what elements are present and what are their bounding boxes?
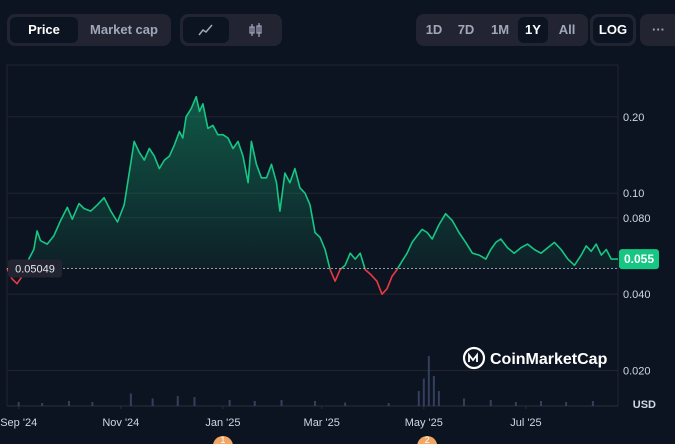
volume-bar — [228, 400, 231, 406]
y-tick-label: 0.040 — [623, 289, 651, 301]
event-marker-label: 2 — [425, 435, 430, 444]
watermark: CoinMarketCap — [462, 346, 608, 370]
x-tick-label: Mar '25 — [304, 417, 340, 429]
x-tick-label: Jul '25 — [510, 417, 541, 429]
volume-bar — [591, 401, 594, 406]
x-tick-label: Sep '24 — [0, 417, 37, 429]
watermark-text: CoinMarketCap — [490, 351, 608, 368]
volume-bar — [253, 401, 256, 406]
x-axis: Sep '24 Nov '24 Jan '25 Mar '25 May '25 Jul '… — [0, 406, 542, 429]
volume-bar — [17, 402, 20, 406]
price-series — [6, 95, 618, 295]
volume-bar — [387, 403, 390, 406]
volume-bar — [129, 393, 132, 406]
y-axis: 0.20 0.10 0.080 0.040 0.020 — [623, 112, 651, 378]
volume-bar — [422, 378, 425, 406]
current-price-label: 0.055 — [624, 252, 654, 266]
volume-bar — [176, 396, 179, 406]
volume-bar — [41, 403, 44, 406]
volume-bar — [489, 400, 492, 406]
y-tick-label: 0.10 — [623, 188, 644, 200]
volume-bar — [417, 391, 420, 406]
volume-bar — [91, 402, 94, 406]
volume-bar — [193, 397, 196, 406]
volume-bar — [432, 376, 435, 406]
volume-bar — [514, 402, 517, 406]
y-tick-label: 0.080 — [623, 213, 651, 225]
y-tick-label: 0.020 — [623, 366, 651, 378]
volume-bar — [437, 391, 440, 406]
volume-bar — [539, 401, 542, 406]
volume-bar — [565, 402, 568, 406]
volume-bar — [344, 402, 347, 406]
event-markers: 12 — [213, 435, 437, 444]
open-price-label: 0.05049 — [15, 264, 55, 276]
price-area-fill — [7, 96, 618, 269]
volume-bar — [280, 400, 283, 406]
volume-bar — [151, 398, 154, 406]
volume-bar — [67, 401, 70, 406]
volume-bar — [427, 356, 430, 406]
x-tick-label: May '25 — [405, 417, 443, 429]
current-price-badge: 0.055 — [619, 249, 659, 270]
open-price-badge: 0.05049 — [8, 259, 62, 278]
volume-bar — [314, 401, 317, 406]
event-marker-label: 1 — [220, 435, 225, 444]
coinmarketcap-logo-icon — [462, 346, 486, 370]
volume-bar — [462, 398, 465, 406]
x-tick-label: Nov '24 — [102, 417, 139, 429]
x-tick-label: Jan '25 — [205, 417, 240, 429]
y-tick-label: 0.20 — [623, 112, 644, 124]
price-chart: 0.20 0.10 0.080 0.040 0.020 Sep '24 Nov '24 Ja… — [0, 64, 659, 444]
currency-label: USD — [633, 399, 656, 411]
